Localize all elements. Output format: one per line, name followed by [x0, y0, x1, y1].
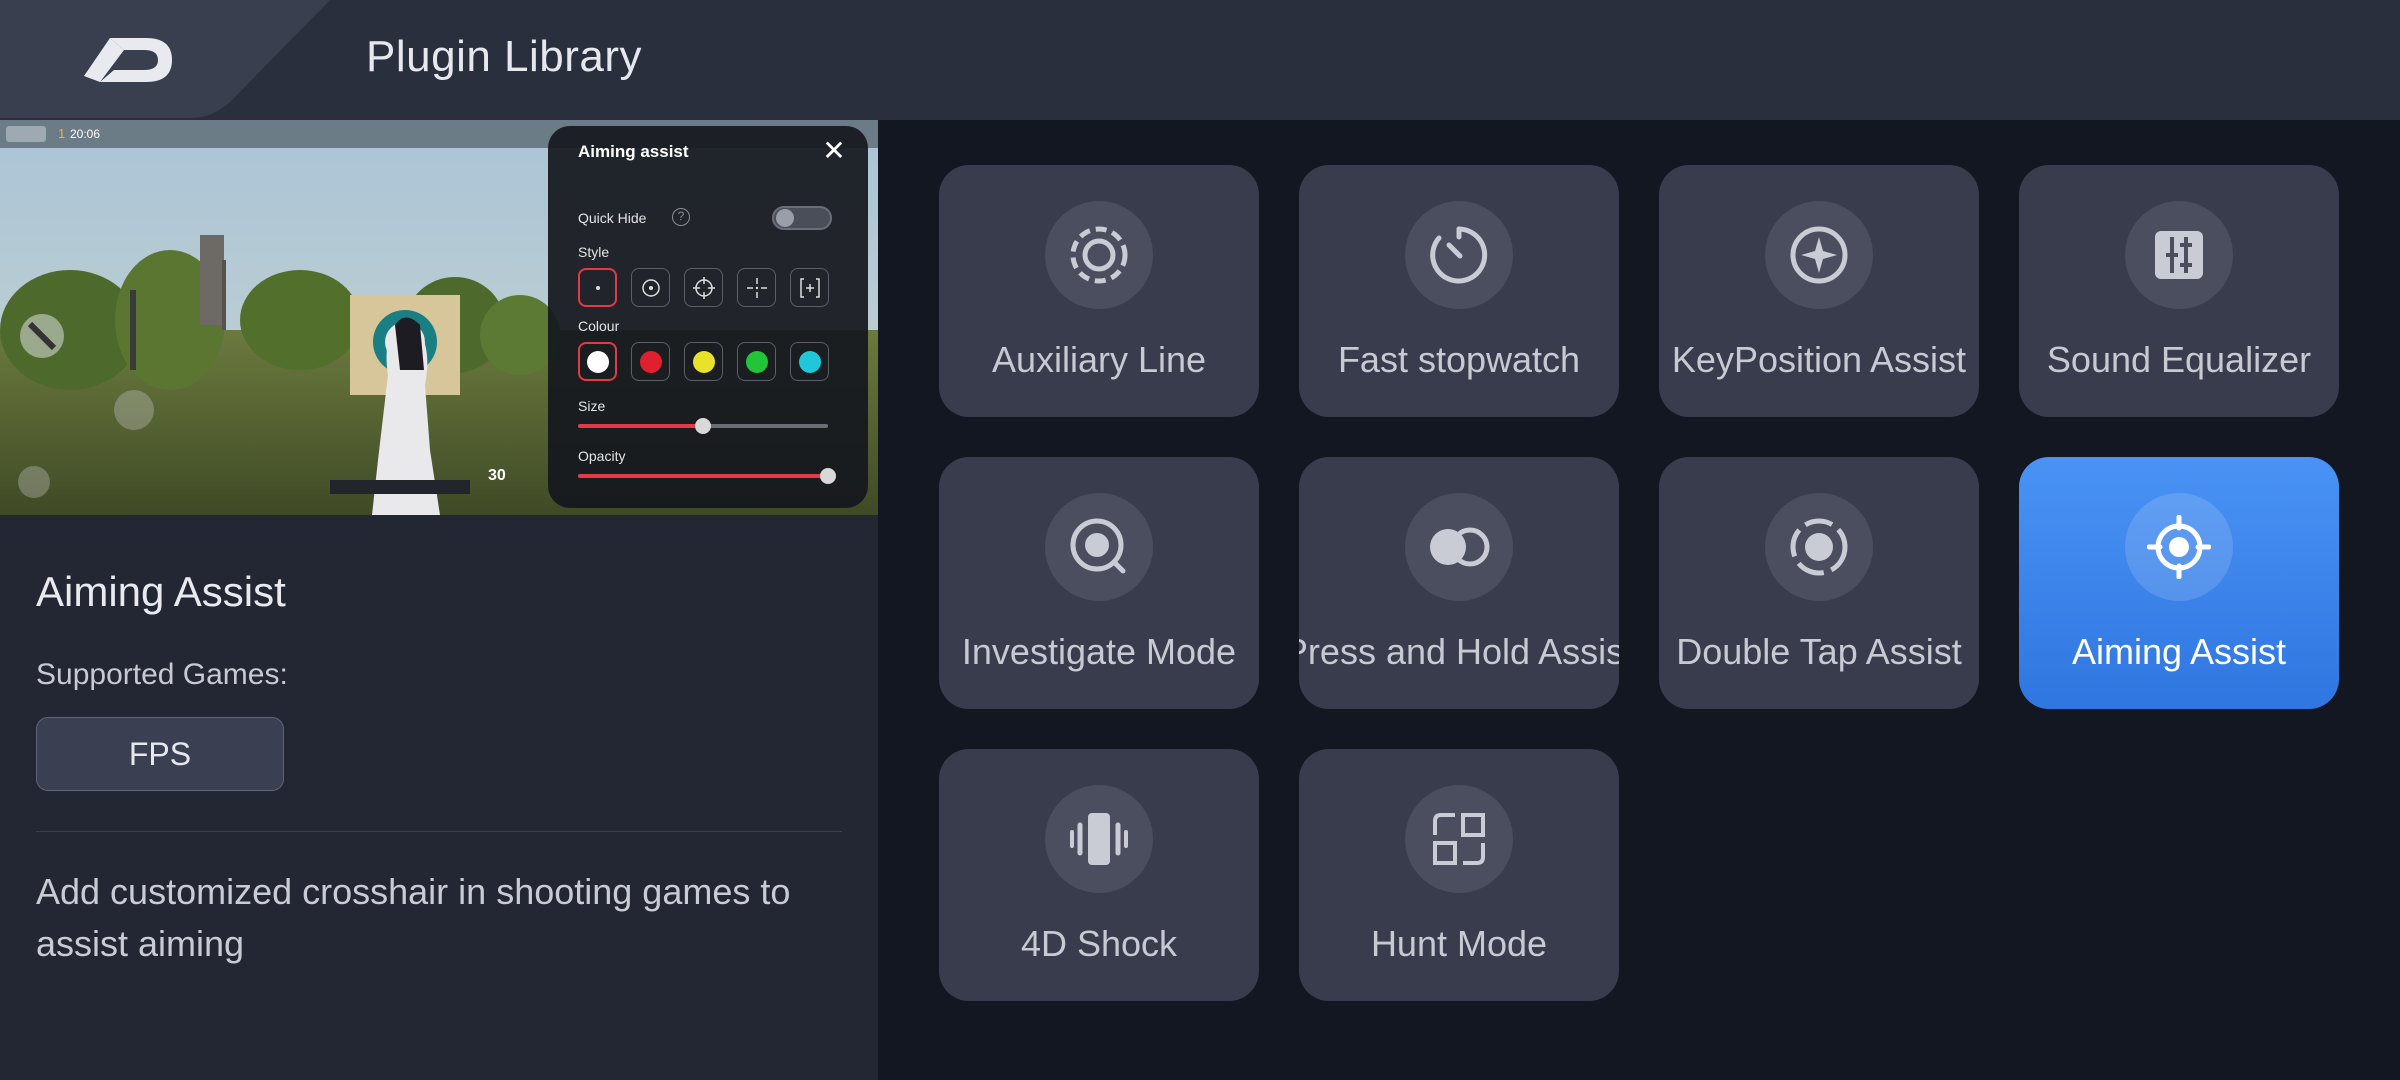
plugin-tile-label: Sound Equalizer — [2046, 339, 2312, 380]
plugin-tile-auxiliary-line[interactable]: Auxiliary Line — [939, 165, 1259, 417]
style-circle-dot-option[interactable] — [631, 268, 670, 307]
equalizer-icon — [2125, 201, 2233, 309]
plugin-tile-label: Hunt Mode — [1370, 923, 1548, 964]
colour-option-yellow[interactable] — [684, 342, 723, 381]
divider — [36, 831, 842, 832]
game-tag-fps: FPS — [36, 717, 284, 791]
colour-option-white[interactable] — [578, 342, 617, 381]
opacity-slider-thumb[interactable] — [820, 468, 836, 484]
hunt-squares-icon — [1405, 785, 1513, 893]
plugin-preview-image: 1 20:06 30 Aiming assist ✕ Quick Hide ? … — [0, 120, 878, 515]
dashed-ring-icon — [1045, 201, 1153, 309]
size-slider-fill — [578, 424, 703, 428]
style-options — [578, 268, 829, 307]
opacity-slider[interactable] — [578, 468, 836, 484]
plugin-tile-label: Aiming Assist — [2071, 631, 2287, 672]
crosshair-circle-icon — [692, 276, 715, 299]
plugin-tile-label: Investigate Mode — [961, 631, 1237, 672]
magnifier-icon — [1045, 493, 1153, 601]
size-slider-thumb[interactable] — [695, 418, 711, 434]
colour-option-green[interactable] — [737, 342, 776, 381]
hold-circles-icon — [1405, 493, 1513, 601]
plugin-tile-label: Double Tap Assist — [1676, 631, 1962, 672]
close-icon[interactable]: ✕ — [818, 134, 850, 170]
back-button[interactable] — [0, 0, 330, 120]
plugin-tile-label: Press and Hold Assist — [1299, 631, 1619, 672]
opacity-slider-fill — [578, 474, 828, 478]
vibration-icon — [1045, 785, 1153, 893]
colour-options — [578, 342, 829, 381]
plugin-tile-double-tap-assist[interactable]: Double Tap Assist — [1659, 457, 1979, 709]
supported-games-label: Supported Games: — [36, 658, 288, 691]
plugin-tile-label: Auxiliary Line — [991, 339, 1207, 380]
bracket-plus-icon — [799, 277, 820, 298]
crosshair-gap-icon — [746, 277, 767, 298]
style-dot-option[interactable] — [578, 268, 617, 307]
plugin-tile-fast-stopwatch[interactable]: Fast stopwatch — [1299, 165, 1619, 417]
style-label: Style — [578, 244, 610, 260]
colour-swatch — [692, 350, 715, 373]
help-icon[interactable]: ? — [672, 208, 690, 226]
plugin-tile-keyposition-assist[interactable]: KeyPosition Assist — [1659, 165, 1979, 417]
plugin-tile-label: 4D Shock — [1020, 923, 1178, 964]
size-label: Size — [578, 398, 606, 414]
plugin-tile-label: Fast stopwatch — [1337, 339, 1581, 380]
hud-ammo-count: 30 — [488, 467, 506, 484]
hud-time: 20:06 — [70, 127, 100, 141]
colour-swatch — [798, 350, 821, 373]
plugin-tile-aiming-assist[interactable]: Aiming Assist — [2019, 457, 2339, 709]
plugin-tile-investigate-mode[interactable]: Investigate Mode — [939, 457, 1259, 709]
style-bracket-plus-option[interactable] — [790, 268, 829, 307]
style-crosshair-gap-option[interactable] — [737, 268, 776, 307]
quick-hide-toggle[interactable] — [772, 206, 832, 230]
colour-swatch — [586, 350, 609, 373]
plugin-name: Aiming Assist — [36, 568, 286, 615]
plugin-tile-press-hold-assist[interactable]: Press and Hold Assist — [1299, 457, 1619, 709]
compass-icon — [1765, 201, 1873, 309]
colour-swatch — [745, 350, 768, 373]
plugin-tile-sound-equalizer[interactable]: Sound Equalizer — [2019, 165, 2339, 417]
colour-swatch — [639, 350, 662, 373]
plugin-detail-panel: 1 20:06 30 Aiming assist ✕ Quick Hide ? … — [0, 120, 878, 1080]
stopwatch-icon — [1405, 201, 1513, 309]
opacity-label: Opacity — [578, 448, 626, 464]
colour-option-cyan[interactable] — [790, 342, 829, 381]
quick-hide-label: Quick Hide — [578, 210, 647, 226]
colour-label: Colour — [578, 318, 620, 334]
plugin-description: Add customized crosshair in shooting gam… — [36, 871, 791, 964]
double-tap-icon — [1765, 493, 1873, 601]
colour-option-red[interactable] — [631, 342, 670, 381]
dot-icon — [595, 285, 600, 290]
style-crosshair-circle-option[interactable] — [684, 268, 723, 307]
page-title: Plugin Library — [366, 32, 643, 81]
header-bar: Plugin Library — [0, 0, 2400, 120]
aiming-assist-popup: Aiming assist ✕ Quick Hide ? Style Colou… — [548, 126, 868, 508]
svg-text:1: 1 — [58, 126, 65, 141]
plugin-tile-4d-shock[interactable]: 4D Shock — [939, 749, 1259, 1001]
plugin-tile-hunt-mode[interactable]: Hunt Mode — [1299, 749, 1619, 1001]
circle-dot-icon — [641, 278, 660, 297]
popup-title: Aiming assist — [578, 142, 689, 161]
crosshair-icon — [2125, 493, 2233, 601]
plugin-tile-label: KeyPosition Assist — [1671, 339, 1967, 380]
toggle-knob — [776, 209, 794, 227]
back-arrow-icon — [84, 38, 172, 82]
size-slider[interactable] — [578, 418, 828, 434]
